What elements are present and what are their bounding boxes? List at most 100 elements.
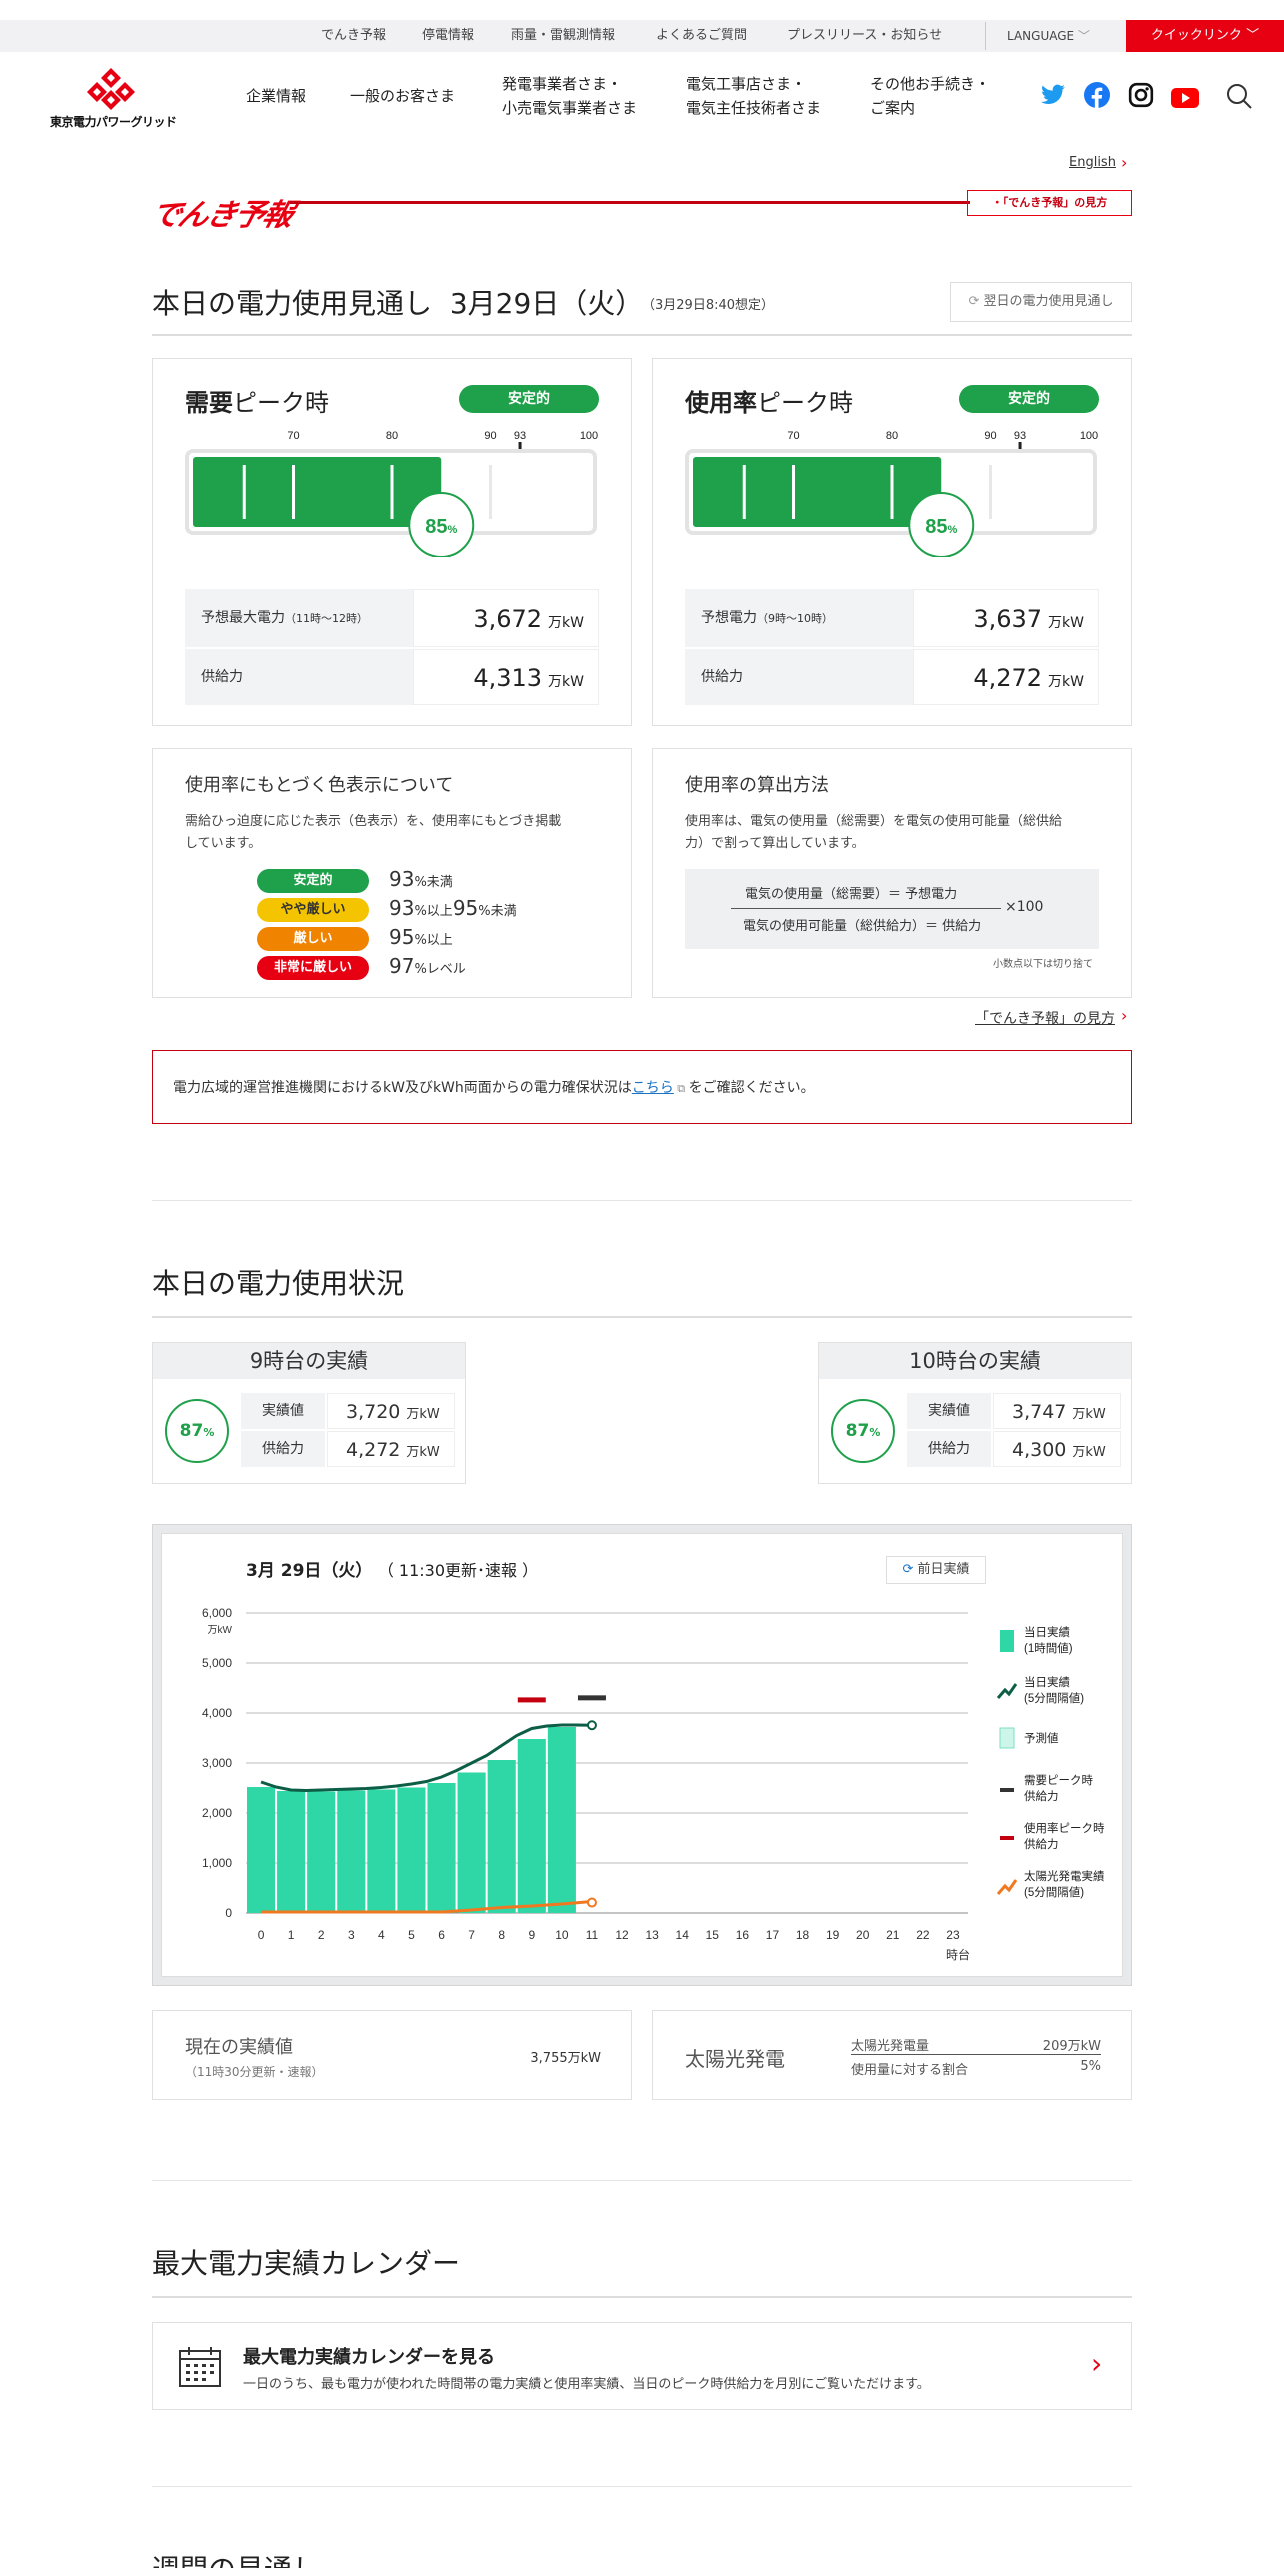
solar-ratio-row: 使用量に対する割合 5%: [851, 2059, 1101, 2078]
gauge-scale-label: 70: [787, 430, 799, 442]
legend-value: 93%以上95%未満: [389, 896, 517, 920]
solar-card: 太陽光発電 太陽光発電量 209万kW 使用量に対する割合 5%: [652, 2010, 1132, 2100]
forecast-assumed-time: （3月29日8:40想定）: [642, 298, 775, 313]
gauge-scale-label: 100: [580, 430, 598, 442]
card-title: 現在の実績値: [185, 2037, 293, 2058]
twitter-icon[interactable]: [1040, 82, 1066, 108]
card-title: 使用率の算出方法: [685, 775, 829, 796]
facebook-icon[interactable]: [1084, 82, 1110, 108]
bar-hour-6: [427, 1783, 456, 1913]
gauge-tick: [292, 465, 295, 519]
util-link-denki-yoho[interactable]: でんき予報: [321, 20, 386, 52]
card-description: 需給ひっ迫度に応じた表示（色表示）を、使用率にもとづき掲載 しています。: [185, 814, 562, 851]
weekly-heading: 週間の見通し: [152, 2548, 320, 2568]
util-link-rain-lightning[interactable]: 雨量・雷観測情報: [511, 20, 615, 52]
usage-percent-circle: 87%: [165, 1399, 229, 1463]
usage-gauge: 70 80 90 93 100 85%: [685, 425, 1099, 558]
notice-text: 電力広域的運営推進機関におけるkW及びkWh両面からの電力確保状況はこちら ⧉ …: [173, 1080, 815, 1096]
gauge-tick: [792, 465, 795, 519]
current-actual-value: 3,755万kW: [530, 2051, 601, 2066]
card-title: 太陽光発電: [685, 2047, 785, 2071]
line-5min-endpoint: [586, 1720, 597, 1731]
x-tick-label: 2: [318, 1928, 325, 1942]
supply-value: 4,300 万kW: [993, 1431, 1121, 1467]
formula-numerator: 電気の使用量（総需要）＝ 予想電力: [745, 887, 958, 902]
supply-capacity: 4,272 万kW: [913, 649, 1099, 705]
x-tick-label: 6: [438, 1928, 445, 1942]
legend-label: 需要ピーク時: [1024, 1774, 1093, 1787]
util-link-faq[interactable]: よくあるご質問: [656, 20, 747, 52]
nav-generators-retailers[interactable]: 発電事業者さま・ 小売電気事業者さま: [502, 72, 637, 120]
y-tick-label: 3,000: [202, 1756, 232, 1770]
bar-hour-0: [247, 1787, 276, 1913]
status-badge: 安定的: [459, 385, 599, 413]
demand-peak-card: 需要ピーク時 安定的 70 80 90 93 100 85% 予想最大電力（11時～12時…: [152, 358, 632, 726]
search-icon[interactable]: [1225, 82, 1252, 109]
gauge-svg: 70 80 90 93 10085%: [685, 430, 1098, 558]
legend-label: 供給力: [1024, 1837, 1059, 1851]
chevron-right-icon: ›: [1121, 153, 1128, 172]
gauge-tick: [742, 465, 746, 519]
language-menu[interactable]: LANGUAGE ﹀: [1007, 20, 1090, 52]
legend-value: 97%レベル: [389, 954, 466, 978]
bar-hour-8: [487, 1760, 516, 1913]
section-divider: [152, 2486, 1132, 2487]
calendar-link-card[interactable]: 最大電力実績カレンダーを見る 一日のうち、最も電力が使われた時間帯の電力実績と使…: [152, 2322, 1132, 2410]
util-link-outage[interactable]: 停電情報: [422, 20, 474, 52]
formula-box: 電気の使用量（総需要）＝ 予想電力 電気の使用可能量（総供給力）＝ 供給力 ×1…: [685, 869, 1099, 949]
chevron-down-icon: ﹀: [1077, 29, 1090, 43]
gauge-scale-label: 80: [386, 430, 398, 442]
usage-percent-circle: 87%: [831, 1399, 895, 1463]
nav-electricians[interactable]: 電気工事店さま・ 電気主任技術者さま: [686, 72, 821, 120]
y-axis-unit: 万kW: [208, 1625, 233, 1636]
x-tick-label: 5: [408, 1928, 415, 1942]
util-link-press[interactable]: プレスリリース・お知らせ: [787, 20, 942, 52]
denki-yoho-logo: でんき予報: [146, 198, 296, 233]
forecast-heading: 本日の電力使用見通し 3月29日（火）: [152, 287, 644, 320]
x-tick-label: 8: [498, 1928, 505, 1942]
x-tick-label: 15: [706, 1928, 720, 1942]
chart-panel: 3月 29日（火） （ 11:30更新･速報 ） ⟳ 前日実績 0 1,000 2,…: [161, 1533, 1123, 1977]
quicklink-button[interactable]: クイックリンク ﹀: [1126, 20, 1284, 52]
x-tick-label: 23: [946, 1928, 960, 1942]
gauge-tick: [242, 465, 246, 519]
next-day-button[interactable]: ⟳ 翌日の電力使用見通し: [950, 282, 1132, 322]
y-tick-label: 0: [225, 1906, 232, 1920]
calc-method-card: 使用率の算出方法 使用率は、電気の使用量（総需要）を電気の使用可能量（総供給 力）…: [652, 748, 1132, 998]
nav-corporate[interactable]: 企業情報: [246, 84, 306, 108]
demand-gauge: 70 80 90 93 100 85%: [185, 425, 599, 558]
youtube-icon[interactable]: [1171, 82, 1199, 108]
instagram-icon[interactable]: [1128, 82, 1154, 108]
supply-capacity: 4,313 万kW: [413, 649, 599, 705]
howto-link[interactable]: 「でんき予報」の見方: [975, 1008, 1115, 1028]
logo-mark-icon: [87, 68, 135, 110]
badge-very-tight: 非常に厳しい: [257, 956, 369, 980]
gauge-tick: [890, 465, 894, 519]
x-tick-label: 12: [615, 1928, 629, 1942]
notice-link[interactable]: こちら: [632, 1080, 674, 1096]
block-title: 10時台の実績: [819, 1343, 1131, 1379]
formula-denominator: 電気の使用可能量（総供給力）＝ 供給力: [743, 919, 982, 934]
gauge-scale-label: 93: [514, 430, 526, 442]
refresh-icon: ⟳: [968, 294, 980, 309]
actual-value: 3,720 万kW: [327, 1393, 455, 1429]
x-tick-label: 0: [258, 1928, 265, 1942]
logo-text: 東京電力パワーグリッド: [50, 115, 177, 129]
chart-frame: 3月 29日（火） （ 11:30更新･速報 ） ⟳ 前日実績 0 1,000 2,…: [152, 1524, 1132, 1986]
nav-general-customers[interactable]: 一般のお客さま: [350, 84, 455, 108]
solar-generation-row: 太陽光発電量 209万kW: [851, 2035, 1101, 2055]
calendar-link-title: 最大電力実績カレンダーを見る: [243, 2347, 495, 2368]
nav-other-procedures[interactable]: その他お手続き・ ご案内: [870, 72, 990, 120]
legend-label: 当日実績: [1024, 1625, 1070, 1639]
chevron-down-icon: ﹀: [1246, 28, 1260, 43]
row-label: 供給力: [907, 1431, 991, 1467]
howto-button[interactable]: ・「でんき予報」の見方: [967, 190, 1132, 216]
legend-label: 太陽光発電実績: [1024, 1869, 1105, 1883]
section-rule: [152, 1316, 1132, 1318]
badge-stable: 安定的: [257, 869, 369, 893]
english-link[interactable]: English: [1069, 155, 1116, 170]
row-label: 実績値: [907, 1393, 991, 1429]
legend-swatch-demand-peak: [1000, 1788, 1014, 1792]
card-description: 使用率は、電気の使用量（総需要）を電気の使用可能量（総供給 力）で割って算出してい…: [685, 814, 1063, 851]
legend-swatch-solar: [996, 1879, 1018, 1895]
